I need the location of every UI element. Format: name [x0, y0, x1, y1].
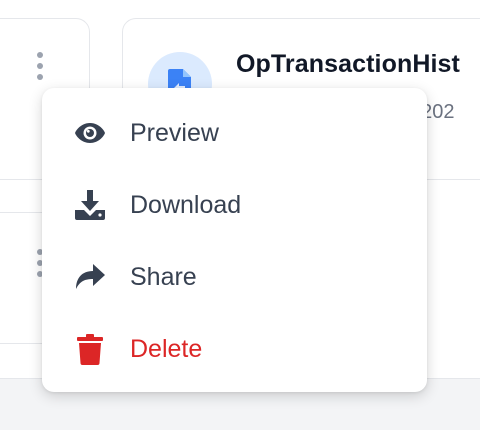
- menu-item-download[interactable]: Download: [42, 169, 427, 241]
- eye-icon: [74, 117, 106, 149]
- trash-icon: [74, 333, 106, 365]
- file-actions-menu: Preview Download Share Delete: [42, 88, 427, 392]
- menu-item-delete[interactable]: Delete: [42, 313, 427, 385]
- menu-item-label: Share: [130, 262, 197, 291]
- screen: OpTransactionHist , 202 Preview Download…: [0, 0, 480, 430]
- menu-item-label: Download: [130, 190, 242, 219]
- more-options-icon[interactable]: [34, 52, 46, 80]
- download-icon: [74, 189, 106, 221]
- menu-item-share[interactable]: Share: [42, 241, 427, 313]
- menu-item-label: Delete: [130, 334, 203, 363]
- file-name[interactable]: OpTransactionHist: [236, 50, 460, 79]
- menu-item-label: Preview: [130, 118, 219, 147]
- share-icon: [74, 261, 106, 293]
- menu-item-preview[interactable]: Preview: [42, 97, 427, 169]
